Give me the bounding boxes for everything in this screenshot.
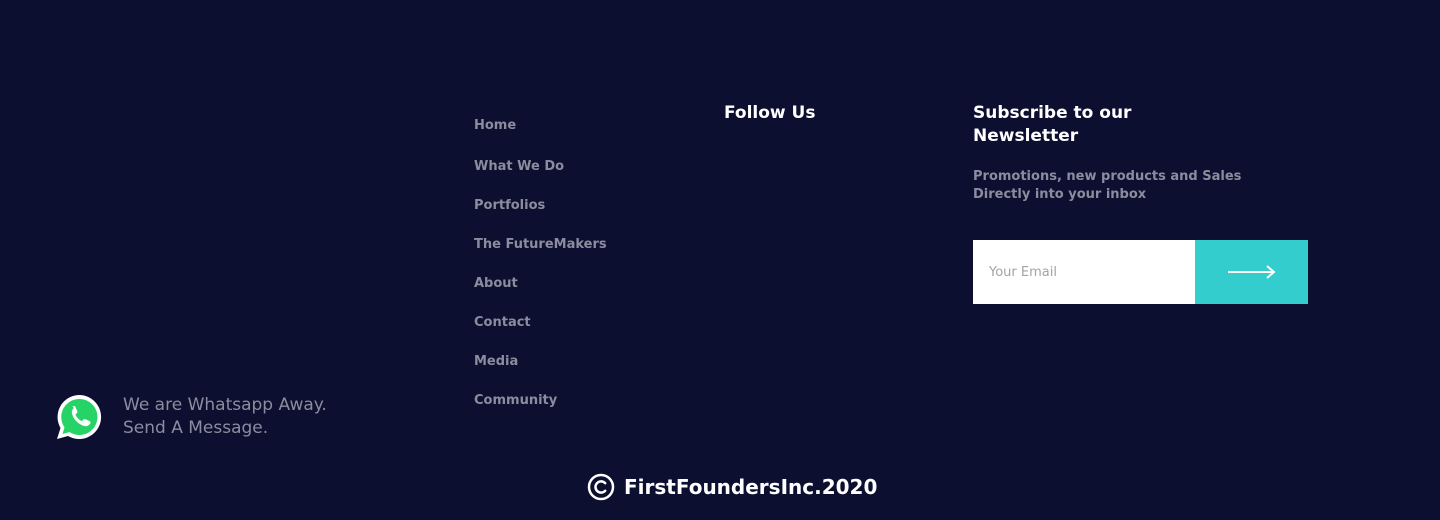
arrow-right-icon — [1227, 265, 1276, 279]
whatsapp-line-1: We are Whatsapp Away. — [123, 395, 327, 415]
nav-link-futuremakers[interactable]: The FutureMakers — [474, 236, 607, 254]
footer-nav-item-media: Media — [474, 350, 518, 371]
nav-link-what-we-do[interactable]: What We Do — [474, 158, 564, 176]
follow-us-heading: Follow Us — [724, 103, 816, 123]
newsletter-email-input[interactable] — [973, 240, 1195, 304]
newsletter-description: Promotions, new products and Sales Direc… — [973, 168, 1273, 204]
footer-nav-item-community: Community — [474, 389, 557, 410]
footer-nav-item-futuremakers: The FutureMakers — [474, 233, 607, 254]
newsletter-description-line-2: Directly into your inbox — [973, 187, 1147, 202]
nav-link-portfolios[interactable]: Portfolios — [474, 197, 545, 215]
nav-link-contact[interactable]: Contact — [474, 314, 531, 332]
whatsapp-contact[interactable]: We are Whatsapp Away. Send A Message. — [54, 392, 327, 442]
newsletter-form — [973, 240, 1308, 304]
footer-nav-item-contact: Contact — [474, 311, 531, 332]
newsletter-description-line-1: Promotions, new products and Sales — [973, 169, 1242, 184]
footer-nav-item-home: Home — [474, 114, 516, 135]
nav-link-home[interactable]: Home — [474, 117, 516, 135]
copyright-icon — [587, 473, 615, 501]
whatsapp-text: We are Whatsapp Away. Send A Message. — [123, 394, 327, 440]
whatsapp-icon — [57, 394, 102, 439]
nav-link-media[interactable]: Media — [474, 353, 518, 371]
footer-nav-item-portfolios: Portfolios — [474, 194, 545, 215]
newsletter-heading: Subscribe to our Newsletter — [973, 103, 1132, 146]
nav-link-about[interactable]: About — [474, 275, 518, 293]
site-footer: Home What We Do Portfolios The FutureMak… — [0, 0, 1440, 520]
copyright: FirstFoundersInc.2020 — [587, 473, 877, 501]
whatsapp-line-2: Send A Message. — [123, 418, 269, 438]
nav-link-community[interactable]: Community — [474, 392, 557, 410]
footer-nav-item-about: About — [474, 272, 518, 293]
newsletter-submit-button[interactable] — [1195, 240, 1308, 304]
footer-nav-item-what-we-do: What We Do — [474, 155, 564, 176]
copyright-text: FirstFoundersInc.2020 — [624, 475, 878, 499]
